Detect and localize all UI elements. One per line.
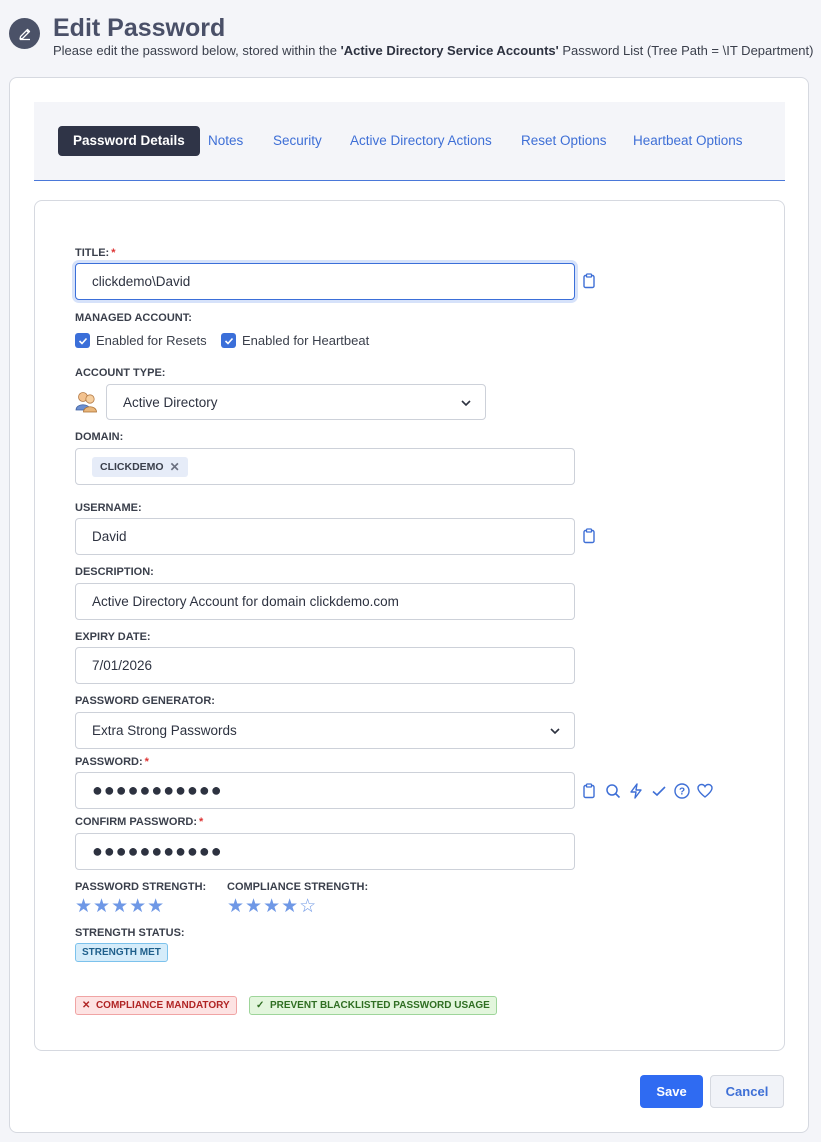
tab-security[interactable]: Security [273, 126, 322, 156]
title-label: TITLE: * [75, 247, 116, 259]
domain-chip: CLICKDEMO ✕ [92, 456, 188, 477]
required-marker: * [144, 756, 149, 768]
tab-notes[interactable]: Notes [208, 126, 243, 156]
password-strength-stars: ★★★★★ [75, 896, 166, 917]
managed-account-label: MANAGED ACCOUNT: [75, 312, 192, 324]
check-icon: ✓ [256, 1000, 265, 1011]
password-generator-select[interactable]: Extra Strong Passwords [75, 712, 575, 749]
title-label-text: TITLE: [75, 247, 110, 259]
cancel-button[interactable]: Cancel [710, 1075, 784, 1108]
domain-tag-input[interactable]: CLICKDEMO ✕ [75, 448, 575, 485]
enabled-for-resets-checkbox[interactable]: Enabled for Resets [75, 333, 207, 348]
password-label-text: PASSWORD: [75, 756, 143, 768]
confirm-password-label-text: CONFIRM PASSWORD: [75, 816, 198, 828]
password-masked-value: ●●●●●●●●●●● [92, 780, 223, 800]
compliance-mandatory-text: COMPLIANCE MANDATORY [95, 1000, 230, 1011]
required-marker: * [199, 816, 204, 828]
clipboard-icon[interactable] [580, 527, 598, 545]
password-input[interactable]: ●●●●●●●●●●● [75, 772, 575, 809]
confirm-password-input[interactable]: ●●●●●●●●●●● [75, 833, 575, 870]
lightning-bolt-icon[interactable] [627, 782, 645, 800]
tab-password-details[interactable]: Password Details [58, 126, 200, 156]
strength-status-label: STRENGTH STATUS: [75, 927, 185, 939]
subtitle-tree-path: Password List (Tree Path = \IT Departmen… [558, 43, 814, 58]
domain-label: DOMAIN: [75, 431, 124, 443]
password-list-name: 'Active Directory Service Accounts' [340, 43, 559, 58]
account-type-value: Active Directory [123, 394, 218, 410]
close-icon: ✕ [82, 1000, 91, 1011]
check-icon[interactable] [650, 782, 668, 800]
password-details-form: TITLE: * clickdemo\David MANAGED ACCOUNT:… [34, 200, 785, 1051]
enabled-for-heartbeat-checkbox[interactable]: Enabled for Heartbeat [221, 333, 369, 348]
tab-active-directory-actions[interactable]: Active Directory Actions [350, 126, 492, 156]
strength-met-badge: STRENGTH MET [75, 943, 168, 962]
page-header: Edit Password Please edit the password b… [9, 14, 821, 64]
page-title: Edit Password [53, 14, 226, 42]
tab-bar: Password Details Notes Security Active D… [34, 102, 785, 181]
password-label: PASSWORD: * [75, 756, 149, 768]
compliance-strength-label: COMPLIANCE STRENGTH: [227, 881, 369, 893]
edit-password-card: Password Details Notes Security Active D… [9, 77, 809, 1133]
managed-account-options: Enabled for Resets Enabled for Heartbeat [75, 333, 475, 351]
page-subtitle: Please edit the password below, stored w… [53, 43, 813, 58]
username-input[interactable]: David [75, 518, 575, 555]
confirm-password-label: CONFIRM PASSWORD: * [75, 816, 203, 828]
save-button[interactable]: Save [640, 1075, 703, 1108]
expiry-date-input[interactable]: 7/01/2026 [75, 647, 575, 684]
prevent-blacklisted-badge: ✓ PREVENT BLACKLISTED PASSWORD USAGE [249, 996, 497, 1015]
clipboard-icon[interactable] [580, 272, 598, 290]
edit-icon [9, 18, 40, 49]
heart-icon[interactable] [696, 782, 714, 800]
chevron-down-icon [461, 400, 471, 407]
account-type-select[interactable]: Active Directory [106, 384, 486, 420]
description-label: DESCRIPTION: [75, 566, 154, 578]
account-type-label: ACCOUNT TYPE: [75, 367, 166, 379]
clipboard-icon[interactable] [580, 782, 598, 800]
required-marker: * [111, 247, 116, 259]
svg-text:?: ? [679, 787, 685, 798]
password-generator-label: PASSWORD GENERATOR: [75, 695, 215, 707]
tab-heartbeat-options[interactable]: Heartbeat Options [633, 126, 743, 156]
chevron-down-icon [550, 728, 560, 735]
confirm-password-masked-value: ●●●●●●●●●●● [92, 841, 223, 861]
password-strength-label: PASSWORD STRENGTH: [75, 881, 207, 893]
help-circle-icon[interactable]: ? [673, 782, 691, 800]
prevent-blacklisted-text: PREVENT BLACKLISTED PASSWORD USAGE [269, 1000, 490, 1011]
remove-chip-icon[interactable]: ✕ [170, 460, 180, 474]
domain-chip-label: CLICKDEMO [100, 460, 164, 473]
subtitle-text: Please edit the password below, stored w… [53, 43, 341, 58]
description-input[interactable]: Active Directory Account for domain clic… [75, 583, 575, 620]
password-generator-value: Extra Strong Passwords [92, 723, 237, 738]
compliance-mandatory-badge: ✕ COMPLIANCE MANDATORY [75, 996, 237, 1015]
tab-reset-options[interactable]: Reset Options [521, 126, 607, 156]
users-icon [75, 392, 97, 413]
title-input[interactable]: clickdemo\David [75, 263, 575, 300]
username-label: USERNAME: [75, 502, 142, 514]
checkbox-checked-icon [221, 333, 236, 348]
enabled-for-resets-label: Enabled for Resets [96, 333, 207, 348]
search-icon[interactable] [604, 782, 622, 800]
checkbox-checked-icon [75, 333, 90, 348]
enabled-for-heartbeat-label: Enabled for Heartbeat [242, 333, 370, 348]
compliance-strength-stars: ★★★★☆ [227, 896, 318, 917]
expiry-date-label: EXPIRY DATE: [75, 631, 151, 643]
